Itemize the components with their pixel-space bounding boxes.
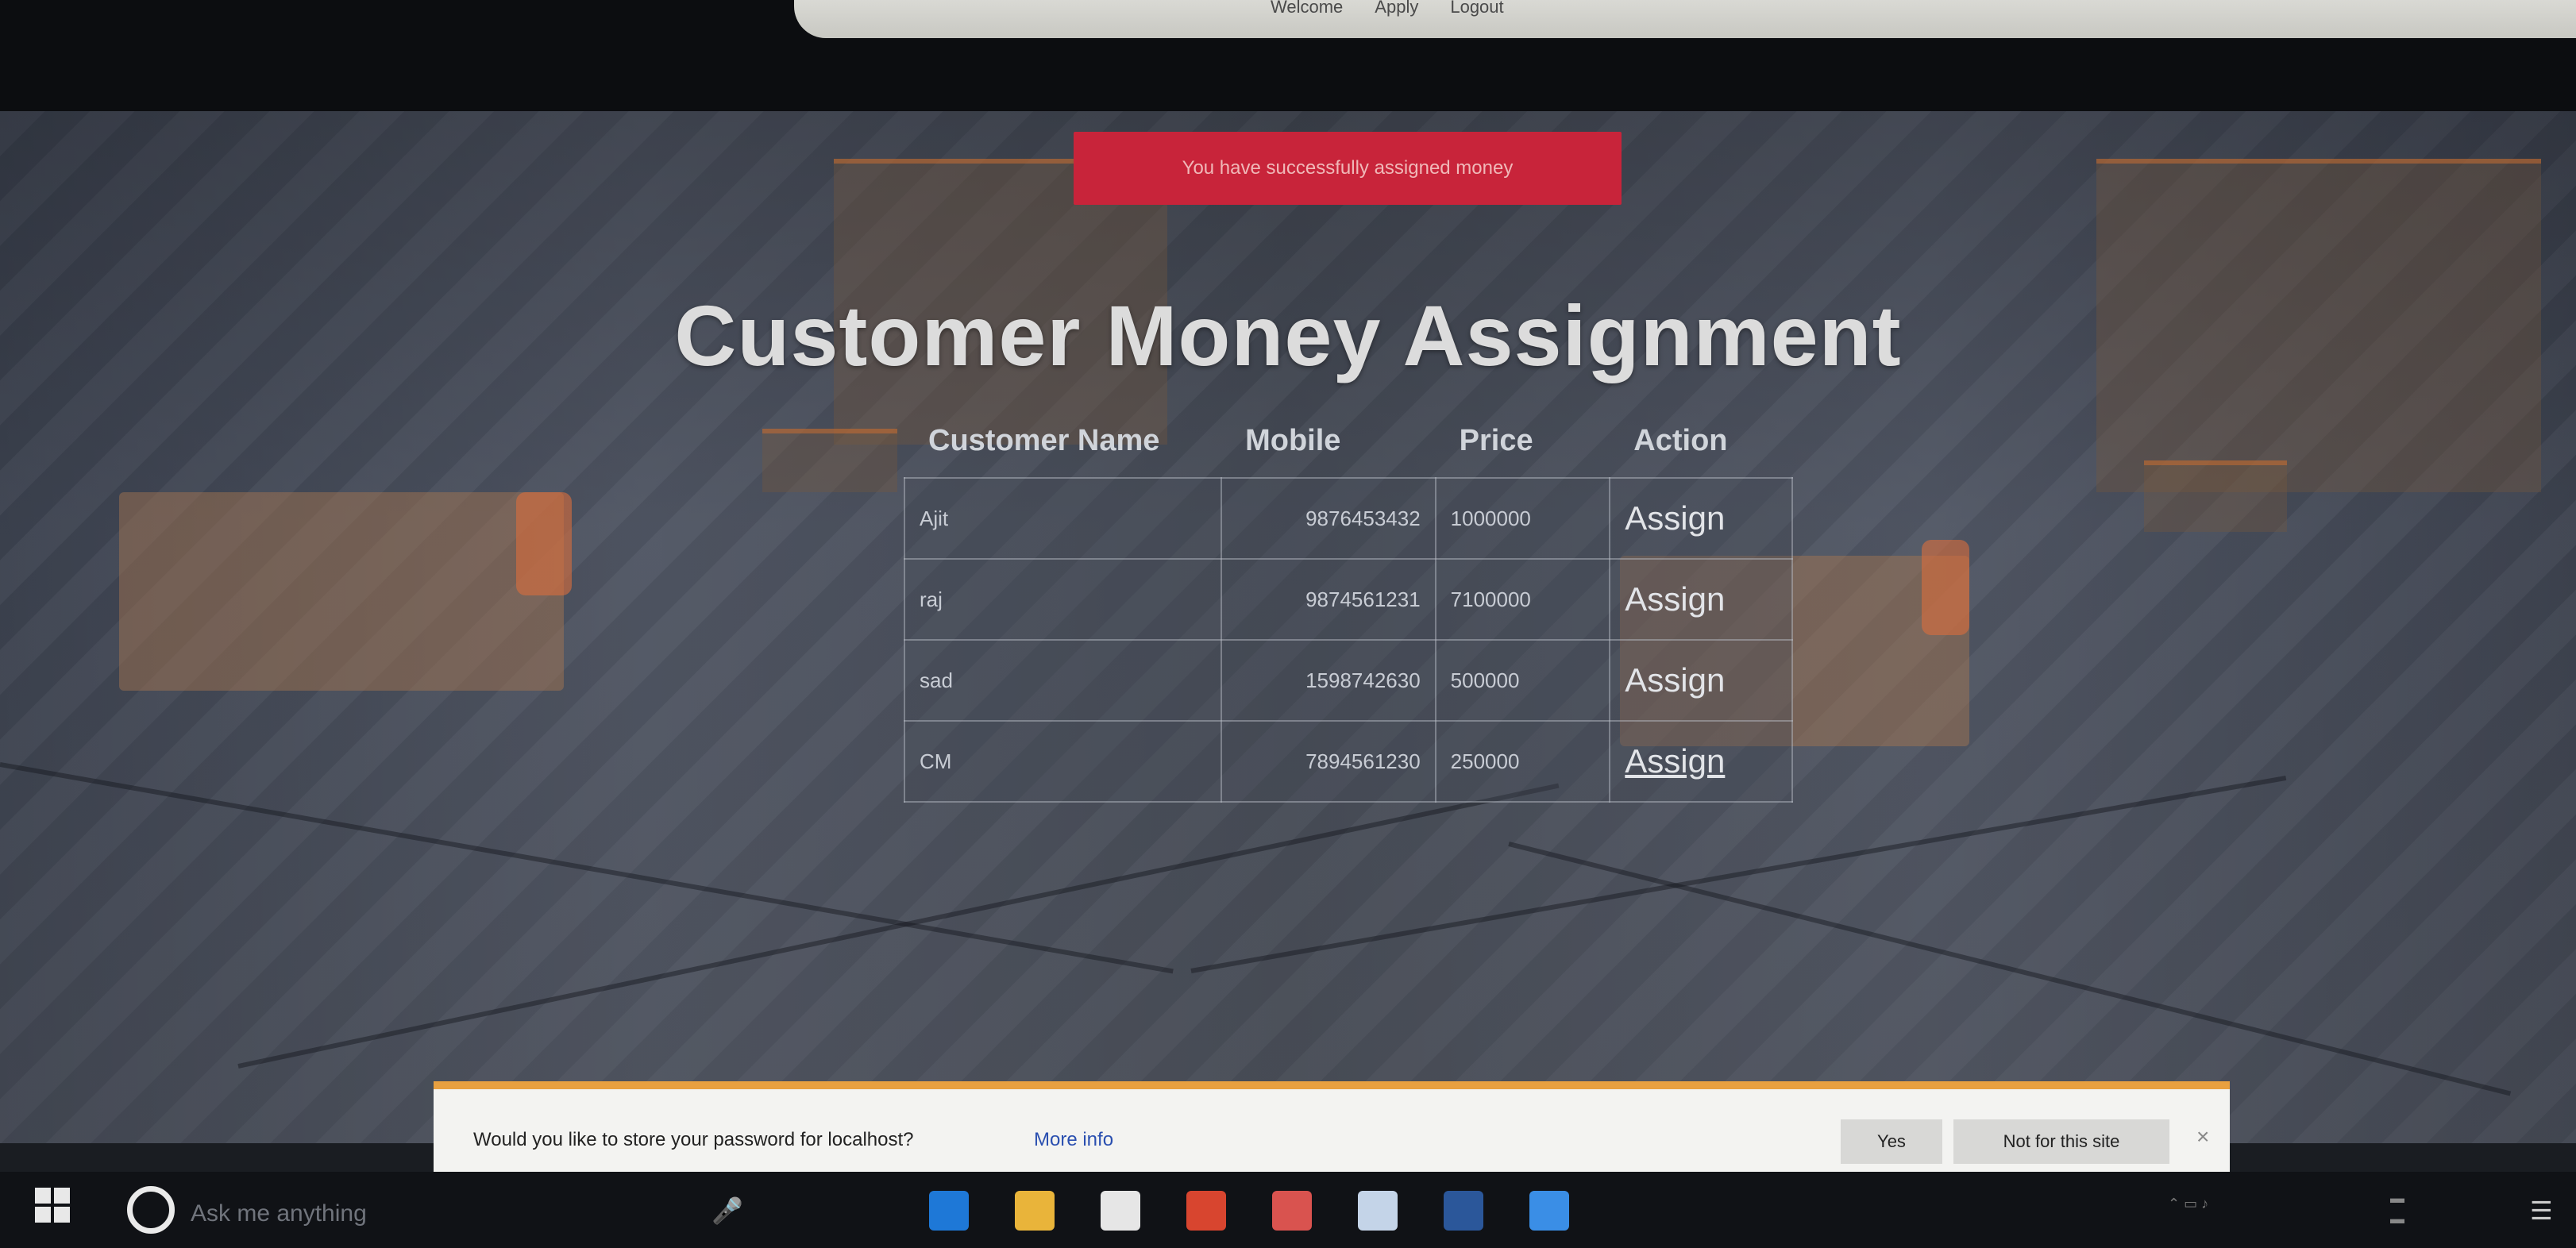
password-save-message: Would you like to store your password fo… [473, 1129, 914, 1150]
cell-price: 7100000 [1434, 558, 1611, 641]
table-row: Ajit 9876453432 1000000 Assign [903, 477, 1793, 560]
notifications-icon[interactable]: ☰ [2530, 1196, 2553, 1226]
cell-action: Assign [1609, 558, 1793, 641]
windows-start-icon[interactable] [35, 1188, 71, 1224]
table-row: sad 1598742630 500000 Assign [903, 639, 1793, 722]
nav-link-apply[interactable]: Apply [1375, 0, 1418, 16]
cell-customer-name: Ajit [903, 477, 1223, 560]
nav-link-logout[interactable]: Logout [1450, 0, 1503, 16]
assign-link[interactable]: Assign [1625, 499, 1725, 537]
password-save-bar: Would you like to store your password fo… [434, 1081, 2230, 1183]
microphone-icon[interactable]: 🎤 [711, 1196, 743, 1226]
file-explorer-icon[interactable] [1015, 1191, 1055, 1231]
store-icon[interactable] [1101, 1191, 1140, 1231]
ie-icon[interactable] [1529, 1191, 1569, 1231]
table-header-row: Customer Name Mobile Price Action [904, 405, 1792, 478]
cell-price: 500000 [1434, 639, 1611, 722]
column-header-mobile: Mobile [1245, 424, 1341, 457]
taskbar-apps [929, 1191, 1569, 1231]
roof-beam [237, 783, 1560, 1069]
column-header-price: Price [1459, 424, 1533, 457]
nav-link-welcome[interactable]: Welcome [1271, 0, 1343, 16]
roof-beam [1190, 775, 2287, 973]
cell-action: Assign [1609, 639, 1793, 722]
shelf-image [762, 429, 897, 492]
box-icon[interactable] [1358, 1191, 1398, 1231]
assign-link[interactable]: Assign [1625, 742, 1725, 780]
page-title: Customer Money Assignment [674, 287, 1902, 383]
cell-customer-name: CM [903, 720, 1223, 803]
nav-links: Welcome Apply Logout [1271, 0, 1504, 16]
browser-top-bar: Welcome Apply Logout [0, 0, 2576, 111]
system-tray[interactable]: ⌃ ▭ ♪ [2168, 1196, 2208, 1212]
shelf-image [2144, 460, 2287, 532]
cortana-icon[interactable] [127, 1186, 175, 1234]
column-header-action: Action [1633, 424, 1728, 457]
taskbar-search-input[interactable]: Ask me anything [191, 1200, 367, 1227]
forklift-image [516, 492, 572, 595]
cell-customer-name: sad [903, 639, 1223, 722]
table-row: raj 9874561231 7100000 Assign [903, 558, 1793, 641]
cell-action: Assign [1609, 477, 1793, 560]
column-header-customer-name: Customer Name [928, 424, 1160, 457]
not-for-this-site-button[interactable]: Not for this site [1953, 1119, 2169, 1164]
cell-price: 250000 [1434, 720, 1611, 803]
alert-message: You have successfully assigned money [1182, 157, 1514, 179]
cell-mobile: 9874561231 [1221, 558, 1436, 641]
yes-button[interactable]: Yes [1841, 1119, 1942, 1164]
customer-table: Customer Name Mobile Price Action Ajit 9… [903, 405, 1793, 803]
assign-link[interactable]: Assign [1625, 580, 1725, 618]
cell-mobile: 1598742630 [1221, 639, 1436, 722]
roof-beam [1508, 842, 2512, 1096]
word-icon[interactable] [1444, 1191, 1483, 1231]
forklift-image [1922, 540, 1969, 635]
assign-link[interactable]: Assign [1625, 661, 1725, 699]
chrome-icon[interactable] [1186, 1191, 1226, 1231]
cell-mobile: 9876453432 [1221, 477, 1436, 560]
taskbar: Ask me anything 🎤 ⌃ ▭ ♪ ▬ ▬ ☰ [0, 1172, 2576, 1248]
table-row: CM 7894561230 250000 Assign [903, 720, 1793, 803]
success-alert: You have successfully assigned money [1074, 132, 1622, 205]
cell-customer-name: raj [903, 558, 1223, 641]
cell-action: Assign [1609, 720, 1793, 803]
more-info-link[interactable]: More info [1034, 1129, 1113, 1151]
clock[interactable]: ▬ ▬ [2390, 1188, 2404, 1229]
edge-icon[interactable] [929, 1191, 969, 1231]
pallet-image [119, 492, 564, 691]
cell-mobile: 7894561230 [1221, 720, 1436, 803]
close-icon[interactable]: × [2196, 1124, 2209, 1150]
cell-price: 1000000 [1434, 477, 1611, 560]
site-nav [794, 0, 2576, 38]
app-icon[interactable] [1272, 1191, 1312, 1231]
